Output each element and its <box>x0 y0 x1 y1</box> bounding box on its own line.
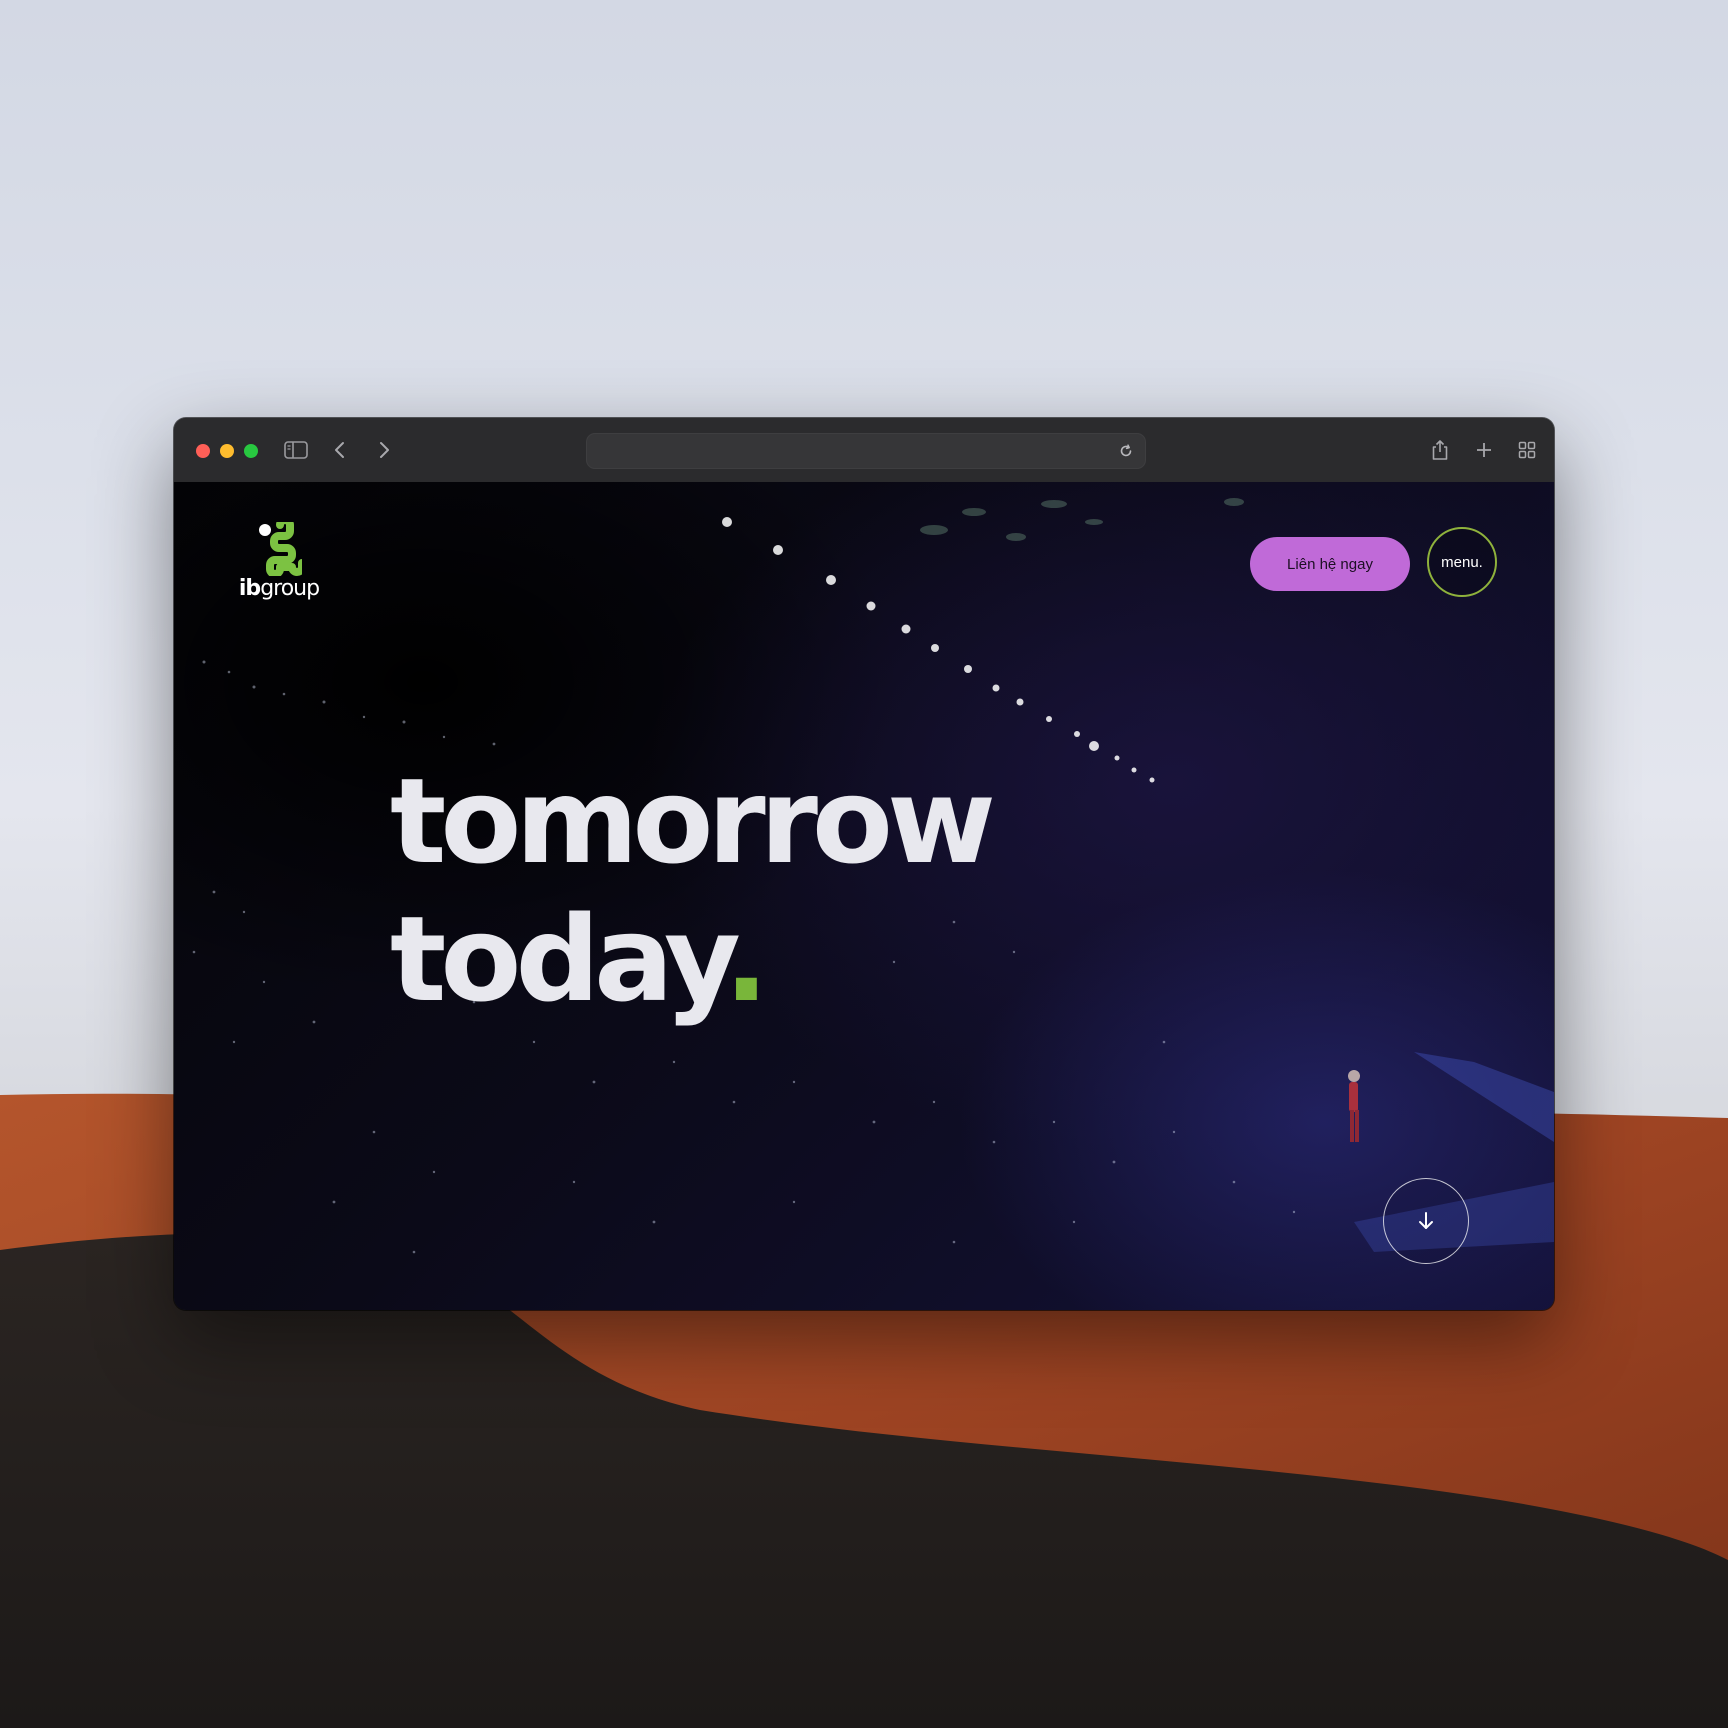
contact-now-button[interactable]: Liên hệ ngay <box>1250 537 1410 591</box>
address-bar[interactable] <box>586 433 1146 469</box>
minimize-window-button[interactable] <box>220 444 234 458</box>
close-window-button[interactable] <box>196 444 210 458</box>
menu-button[interactable]: menu. <box>1427 527 1497 597</box>
forward-icon[interactable] <box>370 436 398 464</box>
browser-toolbar <box>174 418 1554 483</box>
web-page: ibgroup Liên hệ ngay menu. tomorrow toda… <box>174 482 1554 1310</box>
headline-line-2: today. <box>390 890 990 1028</box>
zoom-window-button[interactable] <box>244 444 258 458</box>
back-icon[interactable] <box>326 436 354 464</box>
new-tab-icon[interactable] <box>1470 436 1498 464</box>
arrow-down-icon <box>1419 1212 1433 1229</box>
reload-icon[interactable] <box>1115 440 1137 462</box>
scroll-down-button[interactable] <box>1383 1178 1469 1264</box>
headline-line-1: tomorrow <box>390 752 996 890</box>
sidebar-icon[interactable] <box>282 436 310 464</box>
share-icon[interactable] <box>1426 436 1454 464</box>
logo-mark-icon <box>259 522 302 576</box>
tab-overview-icon[interactable] <box>1513 436 1541 464</box>
browser-window: ibgroup Liên hệ ngay menu. tomorrow toda… <box>174 418 1554 1310</box>
logo-wordmark: ibgroup <box>234 576 324 601</box>
ibgroup-logo[interactable]: ibgroup <box>234 522 324 608</box>
performer <box>1348 1070 1360 1142</box>
hero-headline: tomorrow today. <box>390 752 996 1028</box>
logo-text-bold: ib <box>238 576 261 601</box>
headline-accent-dot: . <box>724 890 769 1028</box>
logo-text-regular: group <box>260 576 320 601</box>
headline-line-2-text: today <box>390 890 730 1028</box>
